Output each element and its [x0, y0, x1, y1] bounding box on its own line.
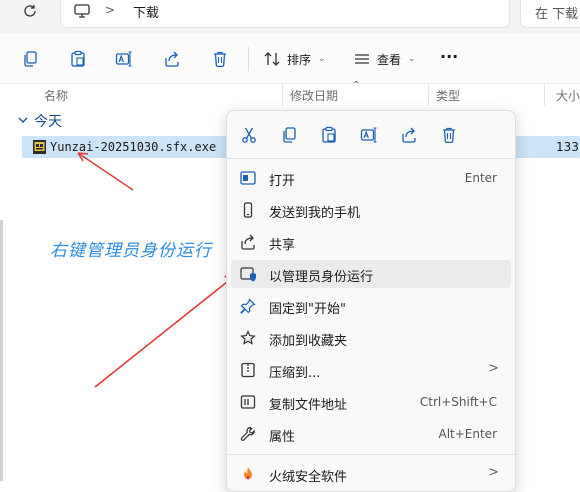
menu-item-label: 发送到我的手机	[269, 206, 361, 221]
command-bar: 排序 ⌄ 查看 ⌄ ···	[0, 35, 580, 84]
column-divider	[544, 84, 545, 106]
menu-item-label: 共享	[269, 238, 296, 253]
column-modified[interactable]: 修改日期	[290, 87, 338, 104]
menu-item-properties[interactable]: 属性 Alt+Enter	[231, 420, 511, 448]
uac-shield-icon	[239, 265, 257, 283]
share-icon[interactable]	[160, 47, 184, 71]
group-header-today[interactable]: 今天	[34, 111, 62, 131]
address-bar[interactable]: > 下载	[60, 0, 510, 28]
share-icon	[239, 233, 257, 251]
column-name[interactable]: 名称	[44, 87, 68, 104]
more-options-button[interactable]: ···	[440, 47, 458, 66]
menu-item-copy-as-path[interactable]: 复制文件地址 Ctrl+Shift+C	[231, 388, 511, 416]
submenu-chevron-right-icon: >	[488, 465, 499, 480]
annotation-text: 右键管理员身份运行	[50, 241, 212, 261]
column-type[interactable]: 类型	[436, 87, 460, 104]
menu-item-huorong[interactable]: 火绒安全软件 >	[231, 460, 511, 488]
view-icon[interactable]	[350, 47, 374, 71]
this-pc-icon	[73, 2, 91, 20]
huorong-flame-icon	[239, 465, 257, 483]
rename-icon[interactable]	[357, 123, 381, 147]
refresh-icon[interactable]	[18, 0, 42, 22]
copy-icon[interactable]	[18, 47, 42, 71]
menu-item-shortcut: Alt+Enter	[438, 427, 497, 441]
menu-item-share[interactable]: 共享	[231, 228, 511, 256]
menu-item-run-as-admin[interactable]: 以管理员身份运行	[231, 260, 511, 288]
file-size: 133,	[556, 140, 580, 154]
menu-item-compress-to[interactable]: 压缩到... >	[231, 356, 511, 384]
column-size[interactable]: 大小	[556, 87, 580, 104]
column-divider	[282, 84, 283, 106]
open-app-icon	[239, 169, 257, 187]
paste-icon[interactable]	[317, 123, 341, 147]
menu-item-shortcut: Ctrl+Shift+C	[419, 395, 497, 409]
menu-separator	[227, 158, 515, 159]
sort-chevron-down-icon: ⌄	[318, 54, 326, 64]
column-divider	[428, 84, 429, 106]
delete-icon[interactable]	[437, 123, 461, 147]
file-name: Yunzai-20251030.sfx.exe	[50, 140, 217, 154]
search-input[interactable]: 在 下载	[520, 0, 580, 28]
wrench-icon	[239, 425, 257, 443]
menu-item-label: 属性	[269, 430, 296, 445]
menu-item-label: 打开	[269, 174, 296, 189]
context-menu: 打开 Enter 发送到我的手机 共享 以管理员身份运行 固定到"开始" 添加到…	[226, 110, 516, 492]
zip-archive-icon	[239, 361, 257, 379]
menu-item-label: 压缩到...	[269, 366, 321, 381]
sort-button[interactable]: 排序	[287, 51, 311, 68]
view-button[interactable]: 查看	[377, 51, 401, 68]
menu-item-label: 添加到收藏夹	[269, 334, 348, 349]
menu-item-shortcut: Enter	[464, 171, 497, 185]
menu-item-open[interactable]: 打开 Enter	[231, 164, 511, 192]
arrow-to-file	[77, 152, 134, 191]
view-chevron-down-icon: ⌄	[408, 54, 416, 64]
menu-item-add-to-favorites[interactable]: 添加到收藏夹	[231, 324, 511, 352]
cut-icon[interactable]	[237, 123, 261, 147]
submenu-chevron-right-icon: >	[488, 361, 499, 376]
copy-path-icon	[239, 393, 257, 411]
rename-icon[interactable]	[112, 47, 136, 71]
breadcrumb-separator: >	[105, 3, 116, 17]
exe-file-icon	[33, 140, 46, 154]
phone-icon	[239, 201, 257, 219]
sort-icon[interactable]	[260, 47, 284, 71]
paste-icon[interactable]	[66, 47, 90, 71]
copy-icon[interactable]	[277, 123, 301, 147]
group-chevron-down-icon[interactable]	[18, 115, 28, 125]
menu-item-label: 火绒安全软件	[269, 470, 348, 485]
delete-icon[interactable]	[208, 47, 232, 71]
address-bar-row: > 下载 在 下载	[0, 0, 580, 34]
menu-item-pin-to-start[interactable]: 固定到"开始"	[231, 292, 511, 320]
star-icon	[239, 329, 257, 347]
menu-item-send-to-phone[interactable]: 发送到我的手机	[231, 196, 511, 224]
arrow-to-run-as-admin	[94, 277, 233, 388]
pin-icon	[239, 297, 257, 315]
share-icon[interactable]	[397, 123, 421, 147]
breadcrumb-current-folder[interactable]: 下载	[133, 2, 159, 21]
sort-caret-icon: ⌃	[352, 80, 361, 91]
menu-item-label: 以管理员身份运行	[269, 270, 374, 285]
search-placeholder: 在 下载	[535, 7, 579, 22]
toolbar-divider	[248, 47, 249, 71]
menu-separator	[227, 454, 515, 455]
column-header-row: 名称 修改日期 ⌃ 类型 大小	[0, 80, 580, 106]
menu-item-label: 复制文件地址	[269, 398, 348, 413]
nav-pane-edge	[0, 220, 3, 481]
menu-item-label: 固定到"开始"	[269, 302, 346, 317]
